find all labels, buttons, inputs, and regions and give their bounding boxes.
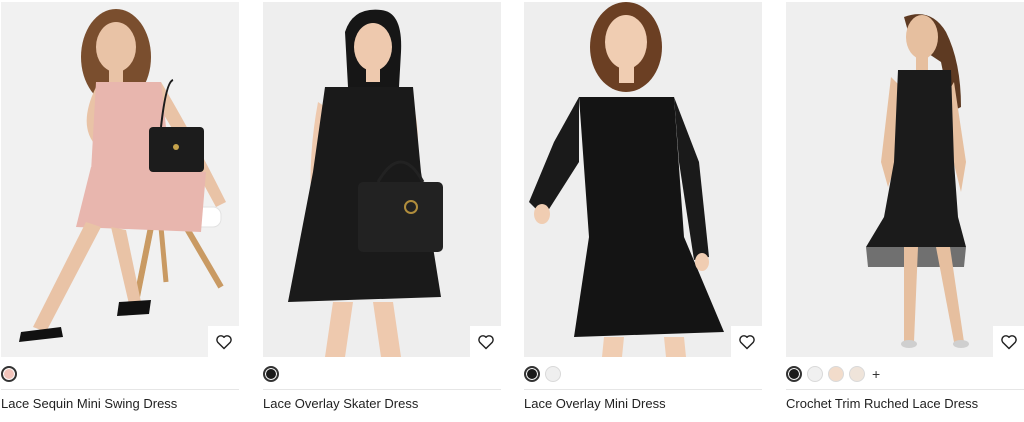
product-image[interactable] (263, 2, 501, 357)
wishlist-button[interactable] (208, 326, 239, 357)
more-colors-indicator[interactable]: + (872, 366, 880, 382)
product-image[interactable] (524, 2, 762, 357)
divider (263, 389, 501, 390)
product-image[interactable] (786, 2, 1024, 357)
product-card: Lace Overlay Skater Dress (263, 0, 501, 422)
model-photo-illustration (524, 2, 762, 357)
divider (1, 389, 239, 390)
product-card: Lace Sequin Mini Swing Dress (1, 0, 239, 422)
color-swatch[interactable] (807, 366, 823, 382)
color-swatch[interactable] (524, 366, 540, 382)
heart-outline-icon (1000, 334, 1017, 349)
wishlist-button[interactable] (993, 326, 1024, 357)
color-swatches (263, 364, 279, 384)
product-image[interactable] (1, 2, 239, 357)
heart-outline-icon (215, 334, 232, 349)
color-swatch[interactable] (1, 366, 17, 382)
product-title[interactable]: Lace Overlay Mini Dress (524, 396, 666, 411)
model-photo-illustration (786, 2, 1024, 357)
color-swatches: + (786, 364, 880, 384)
color-swatch[interactable] (849, 366, 865, 382)
color-swatch[interactable] (828, 366, 844, 382)
divider (786, 389, 1024, 390)
divider (524, 389, 762, 390)
product-title[interactable]: Lace Sequin Mini Swing Dress (1, 396, 177, 411)
product-title[interactable]: Crochet Trim Ruched Lace Dress (786, 396, 978, 411)
model-photo-illustration (1, 2, 239, 357)
product-title[interactable]: Lace Overlay Skater Dress (263, 396, 418, 411)
color-swatches (1, 364, 17, 384)
model-photo-illustration (263, 2, 501, 357)
heart-outline-icon (738, 334, 755, 349)
product-grid: Lace Sequin Mini Swing Dress Lace Overla… (0, 0, 1024, 422)
color-swatch[interactable] (786, 366, 802, 382)
color-swatches (524, 364, 561, 384)
wishlist-button[interactable] (731, 326, 762, 357)
heart-outline-icon (477, 334, 494, 349)
color-swatch[interactable] (263, 366, 279, 382)
wishlist-button[interactable] (470, 326, 501, 357)
product-card: Lace Overlay Mini Dress (524, 0, 762, 422)
color-swatch[interactable] (545, 366, 561, 382)
product-card: + Crochet Trim Ruched Lace Dress (786, 0, 1024, 422)
